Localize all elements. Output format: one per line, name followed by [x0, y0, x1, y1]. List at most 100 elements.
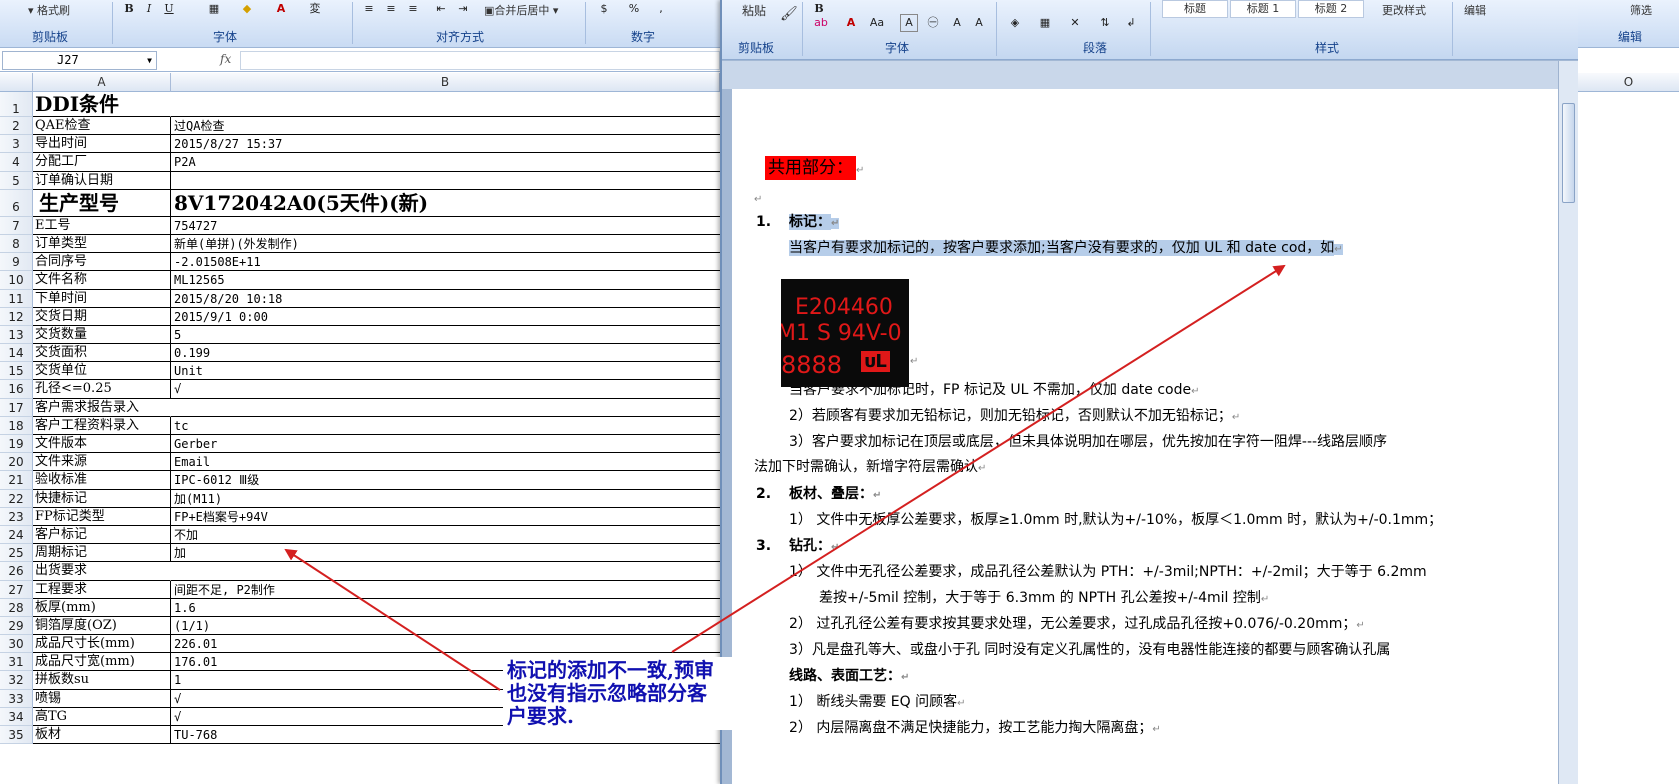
cell-b[interactable]: 2015/9/1 0:00 — [171, 308, 720, 326]
cell-a[interactable]: 文件版本 — [33, 435, 171, 454]
merge-center-button[interactable]: ▣合并后居中 ▾ — [484, 2, 558, 18]
cell-a[interactable]: 客户标记 — [33, 525, 171, 545]
cell-b[interactable]: 1.6 — [171, 599, 720, 617]
cell-b[interactable]: Email — [171, 453, 720, 472]
cell-a[interactable]: 客户工程资料录入 — [33, 416, 171, 435]
style-heading[interactable]: 标题 — [1162, 0, 1228, 18]
bold-button[interactable]: B — [120, 0, 138, 18]
cell-a[interactable]: FP标记类型 — [33, 507, 171, 526]
column-header-o[interactable]: O — [1578, 73, 1679, 92]
cell-b[interactable]: 过QA检查 — [171, 117, 720, 136]
cell-a[interactable]: 工程要求 — [33, 580, 171, 599]
row-header[interactable]: 8 — [0, 234, 33, 254]
enclose-char-icon[interactable]: ㊀ — [924, 14, 942, 32]
name-box[interactable]: J27 ▼ — [2, 51, 157, 70]
row-header[interactable]: 19 — [0, 435, 33, 454]
row-header[interactable]: 4 — [0, 153, 33, 172]
row-header[interactable]: 16 — [0, 380, 33, 399]
word-font-color-icon[interactable]: A — [842, 14, 860, 32]
align-right-icon[interactable]: ≡ — [404, 0, 422, 18]
char-border-icon[interactable]: A — [900, 14, 918, 32]
scrollbar-thumb[interactable] — [1562, 103, 1575, 203]
row-header[interactable]: 5 — [0, 171, 33, 190]
row-header[interactable]: 25 — [0, 544, 33, 563]
italic-button[interactable]: I — [140, 0, 158, 18]
cell-b[interactable]: Unit — [171, 362, 720, 381]
cell-a[interactable]: 拼板数su — [33, 671, 171, 690]
cell-b[interactable]: (1/1) — [171, 617, 720, 636]
cell-a[interactable]: 验收标准 — [33, 471, 171, 490]
cell-b[interactable]: FP+E档案号+94V — [171, 508, 720, 526]
comma-icon[interactable]: , — [652, 0, 670, 18]
asian-layout-icon[interactable]: ✕ — [1066, 14, 1084, 32]
row-header[interactable]: 6 — [0, 189, 33, 217]
row-header[interactable]: 18 — [0, 416, 33, 435]
cell-a[interactable]: 订单类型 — [33, 234, 171, 254]
outdent-icon[interactable]: ⇥ — [454, 0, 472, 18]
sort-icon[interactable]: ⇅ — [1096, 14, 1114, 32]
cell-b[interactable]: 不加 — [171, 526, 720, 545]
border-icon[interactable]: ▦ — [205, 0, 223, 18]
phonetic-icon[interactable]: 変 — [306, 0, 324, 18]
cell-a[interactable]: 交货单位 — [33, 362, 171, 381]
chevron-down-icon[interactable]: ▼ — [147, 52, 152, 69]
highlight-icon[interactable]: ab — [812, 14, 830, 32]
cell-b[interactable] — [171, 92, 720, 117]
row-header[interactable]: 29 — [0, 616, 33, 636]
row-header[interactable]: 27 — [0, 580, 33, 599]
cell-a[interactable]: 喷锡 — [33, 689, 171, 708]
select-all-corner[interactable] — [0, 73, 33, 92]
row-header[interactable]: 14 — [0, 344, 33, 363]
change-styles-button[interactable]: 更改样式 — [1382, 2, 1426, 18]
cell-b[interactable]: 新单(单拼)(外发制作) — [171, 235, 720, 254]
cell-a[interactable]: 出货要求 — [33, 562, 171, 581]
cell-b[interactable]: 2015/8/20 10:18 — [171, 290, 720, 308]
cell-b[interactable]: 8V172042A0(5天件)(新) — [171, 190, 720, 217]
cell-b[interactable] — [171, 562, 720, 581]
cell-b[interactable]: 加 — [171, 544, 720, 563]
cell-b[interactable]: 2015/8/27 15:37 — [171, 135, 720, 154]
cell-a[interactable]: DDI条件 — [33, 92, 171, 117]
cell-b[interactable]: √ — [171, 380, 720, 399]
fx-icon[interactable]: fx — [220, 52, 231, 66]
cell-a[interactable]: 文件名称 — [33, 271, 171, 290]
cell-b[interactable]: Gerber — [171, 435, 720, 454]
row-header[interactable]: 35 — [0, 726, 33, 745]
cell-b[interactable]: -2.01508E+11 — [171, 253, 720, 272]
row-header[interactable]: 15 — [0, 362, 33, 381]
row-header[interactable]: 33 — [0, 689, 33, 708]
cell-a[interactable]: 板厚(mm) — [33, 598, 171, 617]
row-header[interactable]: 22 — [0, 489, 33, 508]
style-heading-2[interactable]: 标题 2 — [1298, 0, 1364, 18]
align-center-icon[interactable]: ≡ — [382, 0, 400, 18]
underline-button[interactable]: U — [160, 0, 178, 18]
column-header-a[interactable]: A — [33, 73, 171, 92]
border-icon[interactable]: ▦ — [1036, 14, 1054, 32]
cell-a[interactable]: 订单确认日期 — [33, 171, 171, 190]
currency-icon[interactable]: $ — [595, 0, 613, 18]
cell-a[interactable]: 交货面积 — [33, 344, 171, 363]
cell-a[interactable]: 合同序号 — [33, 253, 171, 272]
cell-a[interactable]: 高TG — [33, 707, 171, 726]
cell-a[interactable]: 快捷标记 — [33, 489, 171, 508]
row-header[interactable]: 11 — [0, 289, 33, 308]
row-header[interactable]: 3 — [0, 135, 33, 154]
indent-icon[interactable]: ⇤ — [432, 0, 450, 18]
filter-button[interactable]: 筛选 — [1630, 2, 1652, 18]
row-header[interactable]: 21 — [0, 471, 33, 490]
align-left-icon[interactable]: ≡ — [360, 0, 378, 18]
row-header[interactable]: 17 — [0, 398, 33, 417]
row-header[interactable]: 32 — [0, 671, 33, 690]
column-header-b[interactable]: B — [171, 73, 720, 92]
row-header[interactable]: 26 — [0, 562, 33, 581]
font-color-icon[interactable]: A — [272, 0, 290, 18]
cell-a[interactable]: 成品尺寸长(mm) — [33, 635, 171, 654]
format-painter-button[interactable]: ▾ 格式刷 — [28, 2, 70, 18]
cell-a[interactable]: 板材 — [33, 726, 171, 745]
cell-a[interactable]: 导出时间 — [33, 135, 171, 154]
row-header[interactable]: 28 — [0, 598, 33, 617]
row-header[interactable]: 9 — [0, 253, 33, 272]
cell-b[interactable]: 加(M11) — [171, 490, 720, 508]
grow-font-icon[interactable]: A — [948, 14, 966, 32]
cell-a[interactable]: 文件来源 — [33, 453, 171, 472]
